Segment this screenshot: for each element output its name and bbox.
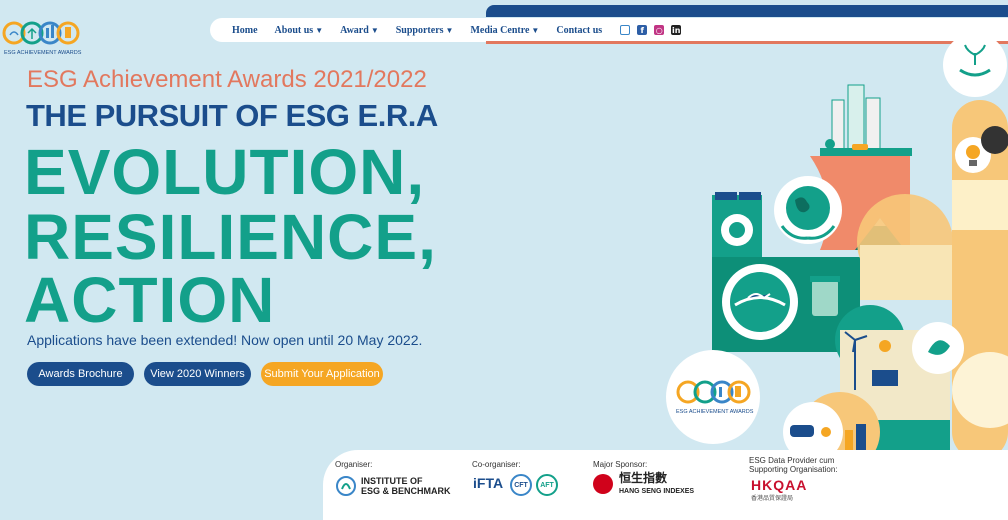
organiser-name-line2: ESG & BENCHMARK [361,486,451,496]
nav-supporters[interactable]: Supporters ▼ [396,25,454,36]
hero-headline: THE PURSUIT OF ESG E.R.A [26,98,438,133]
recycle-bin-icon [812,280,838,316]
organiser-name-line1: INSTITUTE OF [361,476,423,486]
nav-home[interactable]: Home [232,25,258,36]
nav-award-label: Award [340,24,369,36]
deadline-notice: Applications have been extended! Now ope… [27,332,423,348]
hang-seng-logo-icon [593,474,613,494]
chevron-down-icon: ▼ [531,25,540,35]
coorganiser-label: Co-organiser: [472,460,521,469]
circle-badge-caption: ESG ACHIEVEMENT AWARDS [676,409,754,415]
hkqaa-chinese: 香港品質保證局 [751,496,794,502]
nav-contact-us[interactable]: Contact us [556,25,602,36]
hero-subtitle: ESG Achievement Awards 2021/2022 [27,66,427,93]
cft-logo: CFT [510,474,532,496]
view-winners-button[interactable]: View 2020 Winners [144,362,251,386]
social-links: f ○ in [620,25,682,35]
esg-awards-circle-badge [666,350,760,444]
facebook-icon[interactable]: f [637,25,648,35]
cft-label: CFT [514,481,528,489]
provider-label-1: ESG Data Provider cum [749,456,835,465]
aft-label: AFT [540,481,554,489]
hero-line-evolution: EVOLUTION, [24,136,426,208]
main-navigation: Home About us ▼ Award ▼ Supporters ▼ Media … [210,18,1008,42]
linkedin-icon[interactable]: in [671,25,682,35]
hero-line-resilience: RESILIENCE, [24,201,437,273]
mail-icon[interactable] [620,25,631,35]
nav-contact-us-label: Contact us [556,24,603,36]
nav-about-us-label: About us [274,24,314,36]
hang-seng-chinese: 恒生指數 [619,471,668,485]
nav-home-label: Home [232,24,258,36]
major-sponsor-label: Major Sponsor: [593,460,648,469]
solar-panel-icon [872,370,898,386]
provider-label-2: Supporting Organisation: [749,465,838,474]
iesgb-logo-icon [336,476,356,496]
awards-brochure-button[interactable]: Awards Brochure [27,362,134,386]
nav-media-centre[interactable]: Media Centre ▼ [470,25,539,36]
organiser-label: Organiser: [335,460,373,469]
chevron-down-icon: ▼ [315,25,324,35]
top-accent-bar [486,5,1008,17]
submit-application-button[interactable]: Submit Your Application [261,362,383,386]
ifta-logo: iFTA [473,475,504,491]
aft-logo: AFT [536,474,558,496]
logo-caption: ESG ACHIEVEMENT AWARDS [4,50,82,56]
hang-seng-english: HANG SENG INDEXES [619,488,695,495]
instagram-icon[interactable]: ○ [654,25,665,35]
chevron-down-icon: ▼ [370,25,379,35]
sponsor-bar: Organiser: INSTITUTE OF ESG & BENCHMARK … [323,450,1008,520]
nav-award[interactable]: Award ▼ [340,25,379,36]
nav-supporters-label: Supporters [395,24,444,36]
nav-media-centre-label: Media Centre [470,24,530,36]
hkqaa-logo: HKQAA [751,477,808,493]
chevron-down-icon: ▼ [445,25,454,35]
hero-line-action: ACTION [24,264,276,336]
nav-about-us[interactable]: About us ▼ [275,25,324,36]
plant-hand-icon [943,40,1007,97]
